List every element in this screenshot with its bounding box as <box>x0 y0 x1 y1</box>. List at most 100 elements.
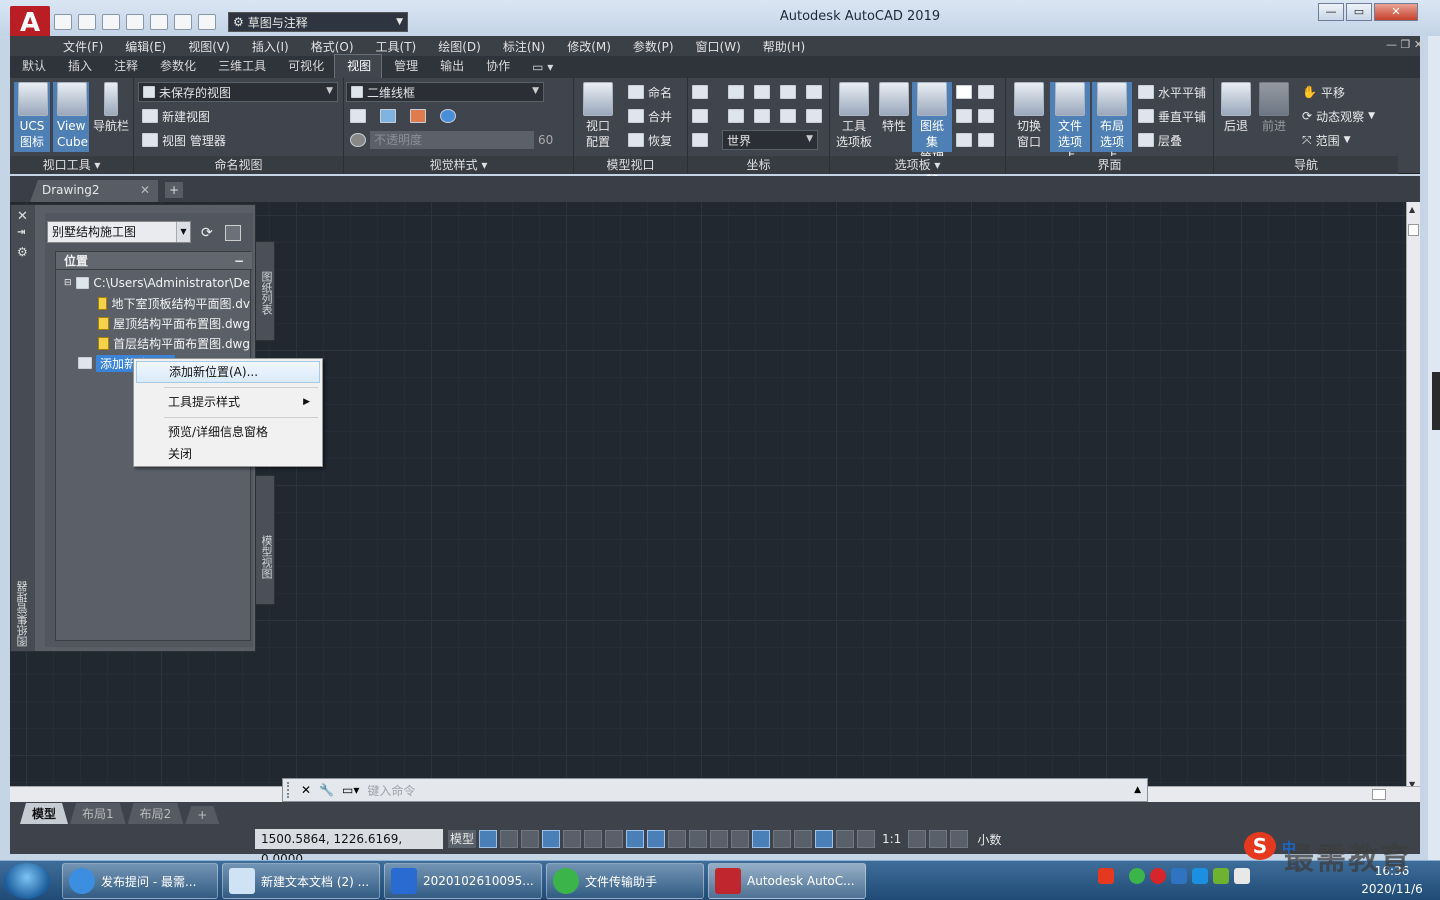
annotation-scale-icon[interactable] <box>857 830 875 848</box>
command-history-icon[interactable]: ▲ <box>1134 785 1141 795</box>
sheet-set-dropdown[interactable]: 别墅结构施工图 ▼ <box>47 221 191 243</box>
ucs-zrot-icon[interactable] <box>780 109 796 123</box>
wechat-tray-icon[interactable] <box>1129 868 1145 884</box>
command-input[interactable]: 键入命令 <box>367 782 415 799</box>
file-tabs-button[interactable]: 文件 选项卡 <box>1050 82 1090 165</box>
drag-handle[interactable] <box>287 782 293 798</box>
ucs-dropdown[interactable]: 世界 ▼ <box>722 130 818 150</box>
wrench-icon[interactable]: 🔧 <box>319 783 334 797</box>
viewport-config-button[interactable]: 视口 配置 <box>578 82 618 152</box>
menu-view[interactable]: 视图(V) <box>177 38 241 55</box>
ucs-origin-icon[interactable] <box>806 109 822 123</box>
add-layout-button[interactable]: + <box>185 806 219 824</box>
menu-format[interactable]: 格式(O) <box>300 38 365 55</box>
new-file-icon[interactable] <box>54 14 72 30</box>
tree-item-file[interactable]: 首层结构平面布置图.dwg <box>98 334 250 352</box>
redo-icon[interactable] <box>198 14 216 30</box>
ime-indicator[interactable]: 中 <box>1282 838 1296 858</box>
annotation-visibility-icon[interactable] <box>815 830 833 848</box>
tab-parametric[interactable]: 参数化 <box>148 55 206 78</box>
ucs-icon-button[interactable]: UCS 图标 <box>14 82 50 152</box>
tab-collaborate[interactable]: 协作 <box>474 55 520 78</box>
pan-button[interactable]: ✋ 平移 <box>1302 82 1345 102</box>
new-view-button[interactable]: 新建视图 <box>142 106 210 126</box>
dynamic-input-icon[interactable] <box>542 830 560 848</box>
menu-file[interactable]: 文件(F) <box>52 38 114 55</box>
command-line-icon[interactable] <box>956 85 972 99</box>
section-header[interactable]: 位置 − <box>56 252 252 270</box>
menu-help[interactable]: 帮助(H) <box>752 38 816 55</box>
nvidia-icon[interactable] <box>1213 868 1229 884</box>
viewcube-button[interactable]: View Cube <box>53 82 89 152</box>
ucs-3point-icon[interactable] <box>692 109 708 123</box>
forward-button[interactable]: 前进 <box>1256 82 1292 152</box>
workspace-dropdown[interactable]: ⚙ 草图与注释 ▼ <box>228 12 408 32</box>
3d-object-snap-icon[interactable] <box>731 830 749 848</box>
color-icon[interactable] <box>440 109 456 123</box>
view-manager-button[interactable]: 视图 管理器 <box>142 130 226 150</box>
menu-item-tooltip-style[interactable]: 工具提示样式 ▶ <box>136 391 320 413</box>
named-view-dropdown[interactable]: 未保存的视图 ▼ <box>138 82 338 102</box>
markup-icon[interactable] <box>956 109 972 123</box>
ucs-view-icon[interactable] <box>754 85 770 99</box>
sheetset-manager-button[interactable]: 图纸集 管理器 <box>912 82 952 181</box>
join-viewport-button[interactable]: 合并 <box>628 106 672 126</box>
tab-insert[interactable]: 插入 <box>56 55 102 78</box>
collapse-box-icon[interactable]: ⊟ <box>64 278 72 288</box>
menu-tools[interactable]: 工具(T) <box>365 38 428 55</box>
dbconnect-icon[interactable] <box>956 133 972 147</box>
close-icon[interactable]: ✕ <box>140 183 150 197</box>
ucs-y-icon[interactable] <box>754 109 770 123</box>
panel-label-visual-styles[interactable]: 视觉样式 ▾ <box>344 156 573 174</box>
tab-output[interactable]: 输出 <box>428 55 474 78</box>
tab-visualize[interactable]: 可视化 <box>276 55 334 78</box>
tile-horizontal-button[interactable]: 水平平铺 <box>1138 82 1206 102</box>
grid-icon[interactable] <box>479 830 497 848</box>
save-icon[interactable] <box>102 14 120 30</box>
units-icon[interactable] <box>950 830 969 848</box>
tab-default[interactable]: 默认 <box>10 55 56 78</box>
save-as-icon[interactable] <box>126 14 144 30</box>
calculator-icon[interactable] <box>978 109 994 123</box>
open-file-icon[interactable] <box>78 14 96 30</box>
scroll-up-icon[interactable]: ▲ <box>1409 205 1415 214</box>
weibo-icon[interactable] <box>1150 868 1166 884</box>
restore-viewport-button[interactable]: 恢复 <box>628 130 672 150</box>
menu-item-close[interactable]: 关闭 <box>136 443 320 465</box>
tree-root-folder[interactable]: ⊟ C:\Users\Administrator\De <box>64 274 250 292</box>
taskbar-item-autocad[interactable]: Autodesk AutoC... <box>708 863 866 899</box>
model-space-button[interactable]: 模型 <box>448 830 476 848</box>
close-button[interactable]: ✕ <box>1374 3 1418 21</box>
properties-icon[interactable]: ⚙ <box>17 245 28 259</box>
tree-item-file[interactable]: 屋顶结构平面布置图.dwg <box>98 314 250 332</box>
dynamic-ucs-icon[interactable] <box>752 830 770 848</box>
workspace-gear-icon[interactable] <box>908 830 927 848</box>
menu-window[interactable]: 窗口(W) <box>685 38 752 55</box>
menu-draw[interactable]: 绘图(D) <box>427 38 492 55</box>
opacity-slider[interactable]: 不透明度 <box>370 131 534 149</box>
tab-3d-tools[interactable]: 三维工具 <box>206 55 276 78</box>
application-menu-button[interactable]: A <box>10 6 50 40</box>
switch-windows-button[interactable]: 切换 窗口 <box>1010 82 1048 152</box>
shadows-icon[interactable] <box>380 109 396 123</box>
orbit-button[interactable]: ⟳ 动态观察 ▼ <box>1302 106 1375 126</box>
start-button[interactable] <box>4 863 50 899</box>
close-icon[interactable]: ✕ <box>17 209 28 224</box>
ribbon-options-icon[interactable]: ▭ ▾ <box>520 58 563 78</box>
tab-model[interactable]: 模型 <box>20 803 68 824</box>
maximize-button[interactable]: ▭ <box>1346 3 1372 21</box>
ucs-z-icon[interactable] <box>728 85 744 99</box>
extents-button[interactable]: ⤧ 范围 ▼ <box>1302 130 1351 150</box>
vertical-scrollbar[interactable]: ▲ ▼ <box>1406 202 1420 792</box>
tile-vertical-button[interactable]: 垂直平铺 <box>1138 106 1206 126</box>
ucs-icon[interactable] <box>692 85 708 99</box>
navbar-button[interactable]: 导航栏 <box>92 82 130 152</box>
snap-icon[interactable] <box>500 830 518 848</box>
undo-icon[interactable] <box>174 14 192 30</box>
minimize-button[interactable]: — <box>1318 3 1344 21</box>
refresh-icon[interactable]: ⟳ <box>201 225 213 241</box>
external-refs-icon[interactable] <box>978 133 994 147</box>
ucs-object-icon[interactable] <box>780 85 796 99</box>
isodraft-icon[interactable] <box>605 830 623 848</box>
panel-label-viewport-tools[interactable]: 视口工具 ▾ <box>10 156 133 174</box>
